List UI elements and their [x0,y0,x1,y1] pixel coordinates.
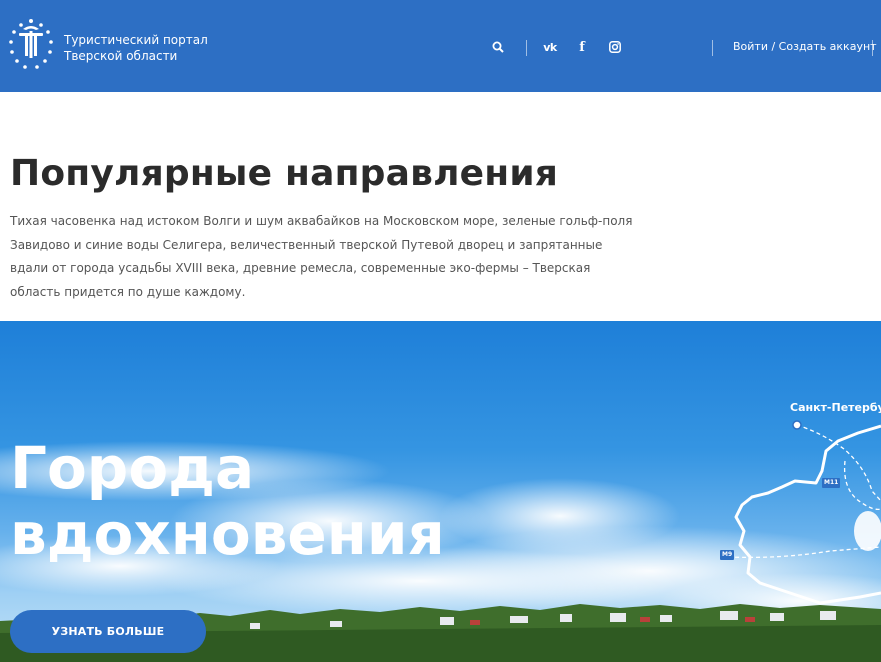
hero-banner: Санкт-Петербург М11 М9 Города вдохновени… [0,321,881,662]
brand-title[interactable]: Туристический портал Тверской области [64,32,208,64]
map-city-label: Санкт-Петербург [790,401,881,414]
brand-line-2: Тверской области [64,49,178,63]
learn-more-button[interactable]: УЗНАТЬ БОЛЬШЕ [10,610,206,653]
brand-line-1: Туристический портал [64,33,208,47]
header-divider [526,40,527,56]
hero-title: Города вдохновения [10,435,445,567]
road-label-m9: М9 [720,550,735,560]
page-title: Популярные направления [10,153,559,194]
hero-title-line-1: Города [10,434,255,502]
site-header: Туристический портал Тверской области vk… [0,0,881,92]
header-divider [872,40,873,56]
login-link[interactable]: Войти / Создать аккаунт [733,40,877,53]
search-icon[interactable] [490,37,506,57]
instagram-icon[interactable] [607,37,623,57]
hero-title-line-2: вдохновения [10,500,445,568]
tver-logo-icon[interactable] [8,18,54,70]
header-divider [712,40,713,56]
vk-icon[interactable]: vk [540,37,560,57]
road-label-m11: М11 [822,478,841,488]
facebook-icon[interactable]: f [575,37,589,57]
intro-paragraph: Тихая часовенка над истоком Волги и шум … [10,214,633,299]
